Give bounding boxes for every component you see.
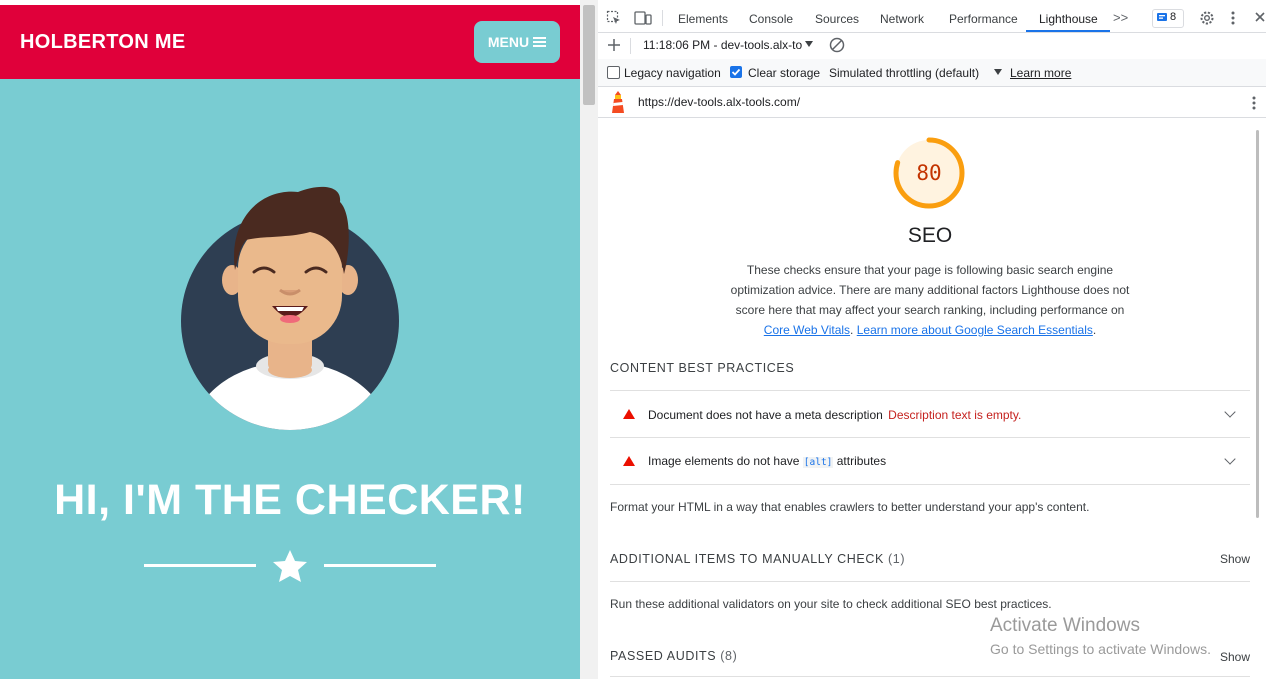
manual-check-count: (1): [888, 552, 906, 566]
audit-meta-description[interactable]: Document does not have a meta descriptio…: [598, 391, 1258, 437]
report-scrollbar[interactable]: [1256, 130, 1259, 518]
search-essentials-link[interactable]: Learn more about Google Search Essential…: [857, 323, 1093, 337]
score-value: 80: [916, 161, 942, 185]
report-url: https://dev-tools.alx-tools.com/: [638, 95, 801, 109]
section-divider: [610, 581, 1250, 582]
issues-icon: [1157, 13, 1167, 21]
manual-check-title: ADDITIONAL ITEMS TO MANUALLY CHECK: [610, 552, 884, 566]
report-url-bar: https://dev-tools.alx-tools.com/: [598, 87, 1266, 118]
passed-audits-title: PASSED AUDITS: [610, 649, 717, 663]
clear-block-icon[interactable]: [829, 37, 845, 53]
manual-check-note: Run these additional validators on your …: [610, 597, 1052, 611]
throttling-dropdown-icon[interactable]: [994, 69, 1002, 75]
manual-check-heading[interactable]: ADDITIONAL ITEMS TO MANUALLY CHECK (1): [610, 552, 905, 566]
star-divider: [144, 550, 436, 582]
audit-detail: Description text is empty.: [888, 408, 1022, 422]
issues-badge[interactable]: 8: [1152, 9, 1184, 28]
audit-title-suffix: attributes: [836, 454, 887, 468]
page-scrollbar-thumb[interactable]: [583, 5, 595, 105]
site-brand[interactable]: HOLBERTON ME: [20, 31, 185, 54]
clear-storage-label: Clear storage: [748, 66, 821, 80]
category-title: SEO: [907, 224, 953, 247]
category-description: These checks ensure that your page is fo…: [698, 260, 1162, 340]
inspect-element-icon[interactable]: [606, 10, 622, 26]
hero-title: HI, I'M THE CHECKER!: [54, 476, 526, 524]
report-menu-icon[interactable]: [1251, 95, 1257, 111]
tab-console[interactable]: Console: [749, 12, 793, 26]
website-viewport: HOLBERTON ME MENU HI, I'M THE CHECKER!: [0, 0, 580, 679]
close-icon[interactable]: [1255, 12, 1265, 22]
audit-divider: [610, 484, 1250, 485]
warning-triangle-icon: [623, 409, 635, 419]
menu-label: MENU: [487, 34, 530, 50]
menu-button[interactable]: MENU: [474, 21, 560, 63]
hamburger-icon: [533, 37, 547, 47]
checkmark-icon: [731, 68, 741, 76]
audit-title: Document does not have a meta descriptio…: [648, 408, 1021, 422]
avatar-illustration: [181, 186, 399, 430]
tabbar-separator: [662, 10, 663, 26]
report-selector[interactable]: 11:18:06 PM - dev-tools.alx-to: [643, 38, 802, 52]
description-end: .: [1092, 323, 1097, 337]
description-line-4: Core Web Vitals. Learn more about Google…: [698, 320, 1162, 340]
throttling-select[interactable]: Simulated throttling (default): [829, 66, 979, 80]
section-divider: [610, 676, 1250, 677]
tab-elements[interactable]: Elements: [678, 12, 728, 26]
more-options-icon[interactable]: [1230, 10, 1236, 26]
toolbar-separator: [630, 38, 631, 54]
tab-lighthouse[interactable]: Lighthouse: [1039, 12, 1098, 26]
activate-windows-title: Activate Windows: [990, 615, 1140, 636]
lighthouse-logo-icon: [612, 91, 624, 113]
site-navbar: HOLBERTON ME MENU: [0, 5, 580, 79]
lighthouse-options-bar: Legacy navigation Clear storage Simulate…: [598, 59, 1266, 87]
star-icon: [273, 550, 307, 582]
chevron-down-icon[interactable]: [805, 41, 813, 47]
content-practices-note: Format your HTML in a way that enables c…: [610, 500, 1090, 514]
legacy-navigation-label: Legacy navigation: [624, 66, 721, 80]
clear-storage-checkbox[interactable]: [730, 66, 742, 78]
devtools-tabbar: Elements Console Sources Network Perform…: [598, 4, 1266, 33]
legacy-navigation-checkbox[interactable]: [607, 66, 620, 79]
passed-audits-count: (8): [720, 649, 738, 663]
description-separator: .: [850, 323, 857, 337]
description-line-3: score here that may affect your search r…: [735, 303, 1125, 317]
tab-performance[interactable]: Performance: [949, 12, 1018, 26]
description-line-1: These checks ensure that your page is fo…: [746, 263, 1114, 277]
more-tabs-icon[interactable]: >>: [1113, 10, 1128, 25]
lighthouse-toolbar: 11:18:06 PM - dev-tools.alx-to: [598, 32, 1266, 60]
lighthouse-report: 80 SEO These checks ensure that your pag…: [598, 118, 1266, 679]
core-web-vitals-link[interactable]: Core Web Vitals: [764, 323, 850, 337]
passed-show-button[interactable]: Show: [1220, 650, 1250, 664]
warning-triangle-icon: [623, 456, 635, 466]
audit-title-prefix: Image elements do not have: [648, 454, 800, 468]
activate-windows-subtitle: Go to Settings to activate Windows.: [990, 641, 1211, 657]
settings-gear-icon[interactable]: [1199, 10, 1215, 26]
audit-code: [alt]: [802, 457, 834, 468]
page-scrollbar[interactable]: [580, 0, 598, 679]
devtools-panel: Elements Console Sources Network Perform…: [598, 0, 1266, 679]
content-best-practices-heading: CONTENT BEST PRACTICES: [610, 361, 795, 375]
audit-title-text: Document does not have a meta descriptio…: [648, 408, 883, 422]
tab-sources[interactable]: Sources: [815, 12, 859, 26]
device-toolbar-icon[interactable]: [634, 10, 652, 26]
audit-image-alt[interactable]: Image elements do not have [alt] attribu…: [598, 438, 1258, 484]
audit-title: Image elements do not have [alt] attribu…: [648, 454, 886, 468]
passed-audits-heading[interactable]: PASSED AUDITS (8): [610, 649, 737, 663]
manual-show-button[interactable]: Show: [1220, 552, 1250, 566]
description-line-2: optimization advice. There are many addi…: [730, 283, 1130, 297]
new-report-plus-icon[interactable]: [608, 39, 620, 51]
learn-more-link[interactable]: Learn more: [1010, 66, 1071, 80]
issues-count: 8: [1170, 11, 1177, 23]
tab-network[interactable]: Network: [880, 12, 924, 26]
chevron-down-icon[interactable]: [1224, 453, 1236, 465]
chevron-down-icon[interactable]: [1224, 406, 1236, 418]
